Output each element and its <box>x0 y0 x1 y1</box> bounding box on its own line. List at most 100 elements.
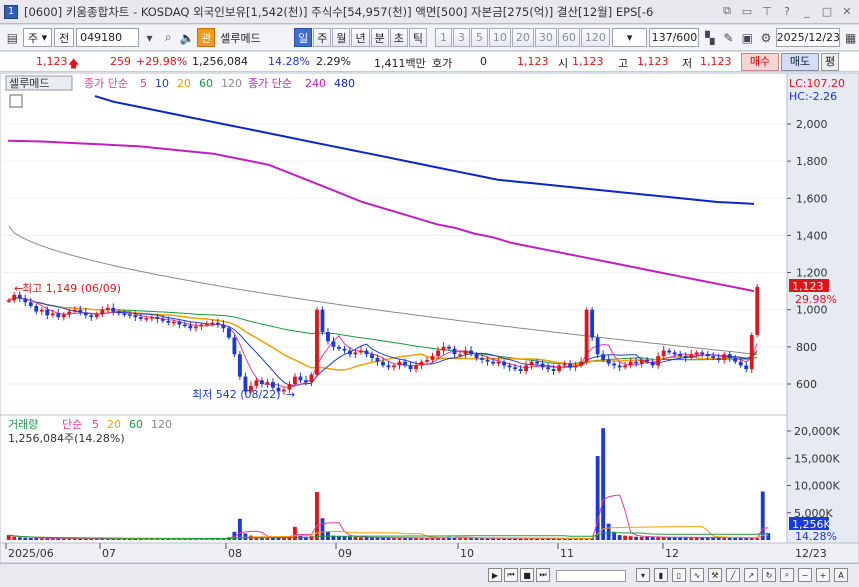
zoom-icon[interactable]: ⌕ <box>780 568 794 582</box>
zoom-slider[interactable] <box>556 570 626 582</box>
zoom-in-icon[interactable]: + <box>816 568 830 582</box>
buy-button[interactable]: 매수 <box>741 53 779 71</box>
font-size-icon[interactable]: A <box>834 568 848 582</box>
account-list-icon[interactable]: ▤ <box>4 28 21 47</box>
scroll-right-icon[interactable]: ▶ <box>488 568 502 582</box>
candle-body <box>546 367 551 370</box>
candle-body <box>683 356 688 358</box>
period-type-select[interactable]: 주 ▾ <box>22 28 53 47</box>
volume-bar <box>749 538 754 540</box>
candle-body <box>425 359 429 362</box>
chart-area[interactable]: 2,000 1,800 1,600 1,400 1,200 1,000 800 600 20,0… <box>0 72 859 564</box>
candle-body <box>738 361 743 366</box>
period-tabs: 일주월년분초틱 <box>294 28 427 47</box>
candle-body <box>199 324 204 327</box>
maximize-icon[interactable]: □ <box>819 3 835 19</box>
last-page-icon[interactable]: ⏭ <box>536 568 550 582</box>
ma-legend-label: 종가 단순 <box>84 77 128 90</box>
interest-badge[interactable]: 관 <box>197 28 216 47</box>
interval-tab[interactable]: 60 <box>557 28 580 47</box>
refresh-icon[interactable]: ↻ <box>762 568 776 582</box>
candle-body <box>524 365 529 371</box>
interval-tab[interactable]: 3 <box>452 28 470 47</box>
period-tab[interactable]: 초 <box>389 28 408 47</box>
line-icon[interactable]: ∿ <box>690 568 704 582</box>
window-restore-icon[interactable]: ⧉ <box>719 3 735 19</box>
grid-toggle-icon[interactable] <box>9 94 23 108</box>
help-icon[interactable]: ? <box>779 3 795 19</box>
link-icon[interactable]: ▭ <box>739 3 755 19</box>
ma2-legend-label: 종가 단순 <box>248 77 292 90</box>
interval-tab[interactable]: 5 <box>470 28 488 47</box>
evaluation-button[interactable]: 평 <box>821 53 839 71</box>
magnifier-icon[interactable]: ⌕ <box>160 28 177 47</box>
candle-body <box>716 358 721 360</box>
save-icon[interactable]: ▣ <box>739 28 756 47</box>
period-tab[interactable]: 주 <box>313 28 332 47</box>
pin-icon[interactable]: ⊤ <box>759 3 775 19</box>
candle-body <box>650 361 655 366</box>
draw-line-icon[interactable]: ╱ <box>726 568 740 582</box>
stock-chart[interactable]: 2,0001,8001,6001,4001,2001,00080060020,0… <box>0 72 859 564</box>
volume-bar <box>606 523 611 540</box>
interval-tab[interactable]: 120 <box>580 28 610 47</box>
price-tick-label: 1,600 <box>796 192 828 205</box>
ma-legend-period: 60 <box>199 77 213 90</box>
minimize-icon[interactable]: _ <box>799 3 815 19</box>
dropdown-arrow-icon[interactable]: ▾ <box>636 568 650 582</box>
stock-code-input[interactable]: 049180 <box>76 28 140 47</box>
speaker-icon[interactable]: 🔈 <box>179 28 196 47</box>
period-tab[interactable]: 틱 <box>408 28 427 47</box>
draw-icon[interactable]: ✎ <box>720 28 737 47</box>
period-tab[interactable]: 일 <box>294 28 313 47</box>
calendar-icon[interactable]: ▦ <box>842 28 859 47</box>
interval-tab[interactable]: 30 <box>534 28 557 47</box>
volume-legend-label: 거래량 <box>8 418 38 431</box>
dropdown-arrow-icon[interactable]: ▾ <box>141 28 158 47</box>
candle-body <box>23 298 28 303</box>
period-tab[interactable]: 년 <box>351 28 370 47</box>
candle-body <box>579 361 584 366</box>
interval-tab[interactable]: 10 <box>488 28 511 47</box>
candle-body <box>441 346 446 351</box>
candle-body <box>430 356 435 360</box>
candle-icon[interactable]: ▯ <box>672 568 686 582</box>
candle-body <box>259 380 264 384</box>
zoom-out-icon[interactable]: − <box>798 568 812 582</box>
candle-body <box>381 361 385 366</box>
date-input[interactable]: 2025/12/23 <box>776 28 841 47</box>
candle-body <box>502 361 507 366</box>
volume-bar <box>353 537 358 540</box>
volume-bar <box>293 526 297 540</box>
volume-bar <box>474 538 479 540</box>
ma2-legend-period: 480 <box>334 77 355 90</box>
candle-body <box>463 350 468 355</box>
chart-tools-icon[interactable]: ▚ <box>701 28 718 47</box>
settings-icon[interactable]: ⚙ <box>758 28 775 47</box>
candle-body <box>127 314 132 316</box>
market-select[interactable]: 전 <box>54 28 75 47</box>
period-tab[interactable]: 분 <box>370 28 389 47</box>
period-tab[interactable]: 월 <box>332 28 351 47</box>
candle-body <box>469 350 473 355</box>
draw-arrow-icon[interactable]: ↗ <box>744 568 758 582</box>
sell-button[interactable]: 매도 <box>781 53 819 71</box>
close-icon[interactable]: ✕ <box>839 3 855 19</box>
bar-chart-icon[interactable]: ▮ <box>654 568 668 582</box>
candle-body <box>166 320 171 323</box>
first-page-icon[interactable]: ⏮ <box>504 568 518 582</box>
interval-tab[interactable]: 20 <box>511 28 534 47</box>
volume-bar <box>6 535 11 540</box>
candle-body <box>353 352 358 355</box>
stop-icon[interactable]: ■ <box>520 568 534 582</box>
tools-icon[interactable]: ⚒ <box>708 568 722 582</box>
app-icon: 1 <box>4 4 18 19</box>
time-tick-label: 10 <box>460 547 474 560</box>
interval-tab[interactable]: 1 <box>434 28 452 47</box>
candle-body <box>50 313 55 316</box>
interval-dropdown[interactable]: ▾ <box>611 28 648 47</box>
bar-count-input[interactable]: 137/600 <box>649 28 700 47</box>
volume-bar <box>364 537 369 540</box>
volume-bar <box>650 537 655 540</box>
current-volume-pct-tag: 14.28% <box>795 530 837 543</box>
